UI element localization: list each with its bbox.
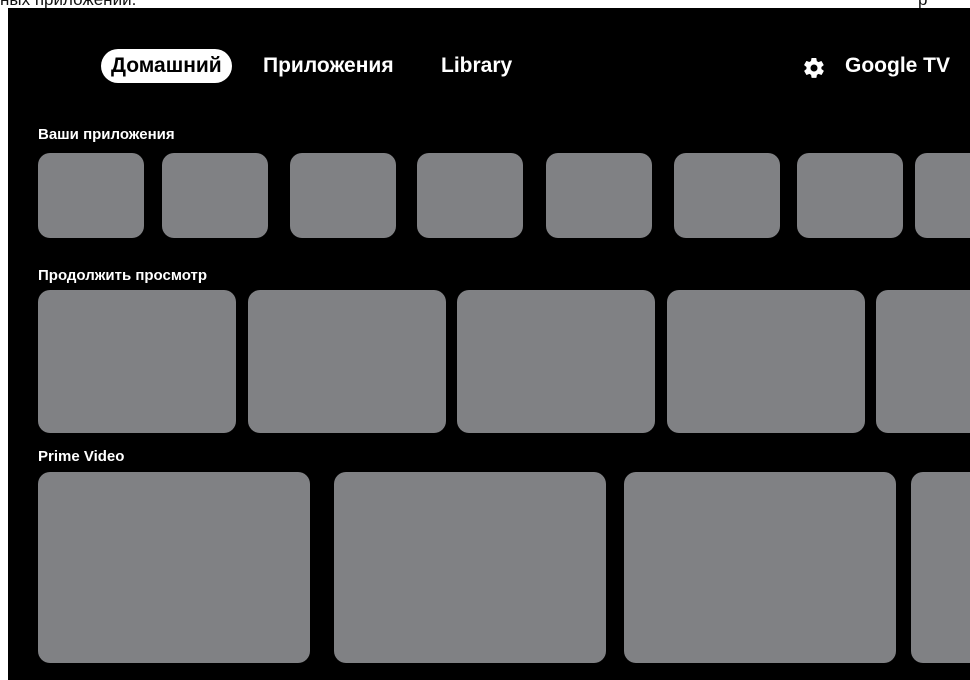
tab-library[interactable]: Library — [441, 46, 512, 86]
app-tile[interactable] — [38, 153, 144, 238]
tv-screen: Домашний Приложения Library Google TV Ва… — [8, 8, 970, 680]
continue-watching-tile[interactable] — [457, 290, 655, 433]
continue-watching-tile[interactable] — [667, 290, 865, 433]
prime-video-tile[interactable] — [624, 472, 896, 663]
prime-video-tile[interactable] — [38, 472, 310, 663]
continue-watching-tile[interactable] — [876, 290, 970, 433]
app-tile[interactable] — [290, 153, 396, 238]
app-tile[interactable] — [797, 153, 903, 238]
gear-icon[interactable] — [802, 56, 826, 80]
app-tile[interactable] — [674, 153, 780, 238]
brand-name: Google TV — [845, 54, 950, 77]
row-title-continue: Продолжить просмотр — [38, 267, 208, 284]
app-tile[interactable] — [546, 153, 652, 238]
page: ных приложений. р Домашний Приложения Li… — [0, 0, 970, 680]
row-title-apps: Ваши приложения — [38, 126, 175, 143]
prime-video-tile[interactable] — [334, 472, 606, 663]
tab-apps[interactable]: Приложения — [263, 46, 394, 86]
tab-home[interactable]: Домашний — [101, 49, 232, 83]
row-title-prime: Prime Video — [38, 448, 125, 465]
prime-video-tile[interactable] — [911, 472, 970, 663]
continue-watching-tile[interactable] — [38, 290, 236, 433]
app-tile[interactable] — [417, 153, 523, 238]
continue-watching-tile[interactable] — [248, 290, 446, 433]
app-tile[interactable] — [915, 153, 970, 238]
app-tile[interactable] — [162, 153, 268, 238]
